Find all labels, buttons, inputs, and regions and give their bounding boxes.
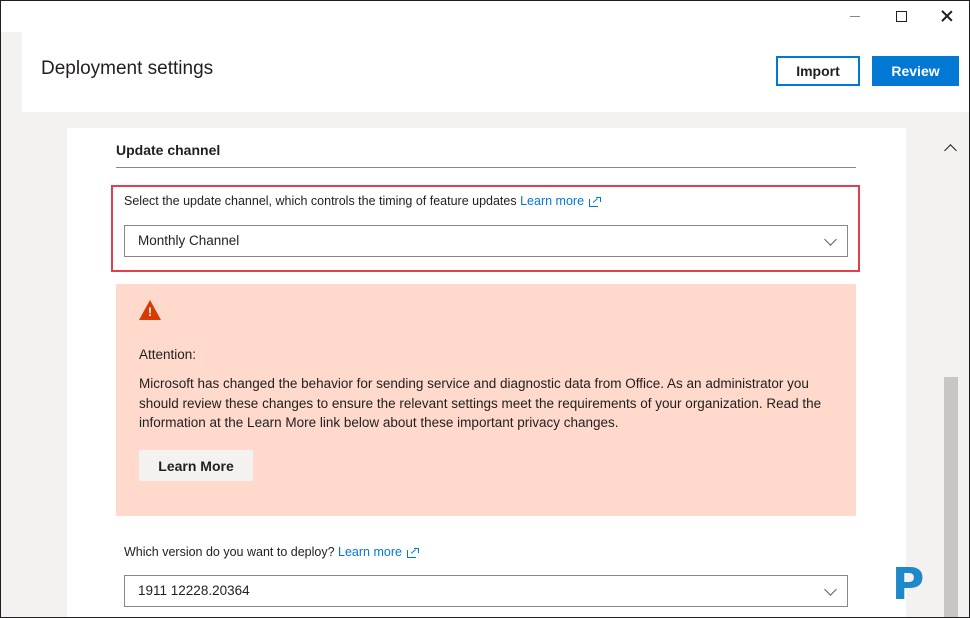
title-bar <box>0 0 970 32</box>
watermark-logo: P <box>888 562 930 610</box>
learn-more-button[interactable]: Learn More <box>139 450 253 481</box>
external-link-icon <box>589 197 602 207</box>
update-channel-selected-value: Monthly Channel <box>138 233 240 248</box>
version-selected-value: 1911 12228.20364 <box>138 583 250 598</box>
attention-title: Attention: <box>139 347 197 362</box>
close-button[interactable] <box>924 0 970 32</box>
version-dropdown[interactable]: 1911 12228.20364 <box>124 575 848 607</box>
section-divider <box>116 167 856 168</box>
review-button[interactable]: Review <box>872 56 959 86</box>
chevron-down-icon <box>824 583 837 596</box>
section-title-update-channel: Update channel <box>116 142 221 158</box>
learn-more-text: Learn more <box>520 194 585 208</box>
update-channel-learn-more-link[interactable]: Learn more <box>520 194 602 208</box>
minimize-button[interactable] <box>832 0 878 32</box>
update-channel-label: Select the update channel, which control… <box>124 194 602 208</box>
scrollbar-thumb[interactable] <box>944 377 958 618</box>
external-link-icon <box>406 548 419 558</box>
maximize-button[interactable] <box>878 0 924 32</box>
version-label-text: Which version do you want to deploy? <box>124 545 335 559</box>
chevron-down-icon <box>824 233 837 246</box>
warning-icon-mark: ! <box>148 305 152 319</box>
attention-body: Microsoft has changed the behavior for s… <box>139 376 822 430</box>
page-title: Deployment settings <box>41 58 214 79</box>
version-label: Which version do you want to deploy? Lea… <box>124 545 419 559</box>
update-channel-label-text: Select the update channel, which control… <box>124 194 517 208</box>
version-learn-more-link[interactable]: Learn more <box>338 545 419 559</box>
update-channel-dropdown[interactable]: Monthly Channel <box>124 225 848 257</box>
import-button[interactable]: Import <box>776 56 860 86</box>
minimize-icon <box>850 15 860 17</box>
learn-more-text: Learn more <box>338 545 402 559</box>
left-nav-strip <box>0 32 22 618</box>
logo-letter-mark: P <box>892 559 925 610</box>
close-icon <box>941 10 953 22</box>
maximize-icon <box>895 10 907 22</box>
